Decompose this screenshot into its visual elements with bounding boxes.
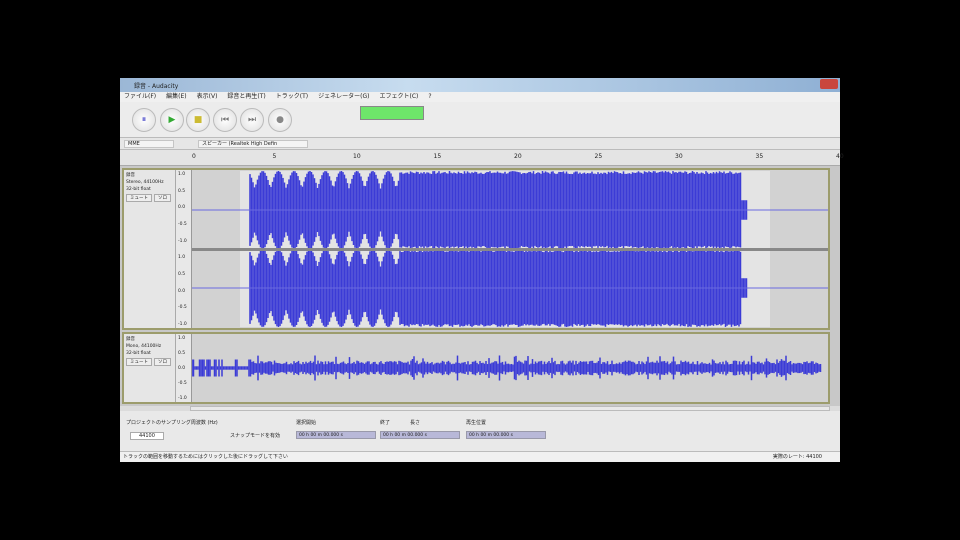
- end-radio[interactable]: 終了: [380, 419, 390, 426]
- track-stereo[interactable]: 録音 Stereo, 44100Hz 32-bit float ミュート ソロ 1…: [122, 168, 830, 330]
- track-bitdepth: 32-bit float: [126, 187, 151, 192]
- mute-button[interactable]: ミュート: [126, 194, 152, 202]
- length-radio[interactable]: 長さ: [410, 419, 420, 426]
- mute-button[interactable]: ミュート: [126, 358, 152, 366]
- scale-label: -1.0: [178, 322, 187, 327]
- waveform[interactable]: [192, 170, 828, 328]
- position-label: 再生位置: [466, 420, 487, 426]
- menu-generate[interactable]: ジェネレーター(G): [318, 92, 369, 102]
- menu-effect[interactable]: エフェクト(C): [379, 92, 418, 102]
- menu-bar: ファイル(F) 編集(E) 表示(V) 録音と再生(T) トラック(T) ジェネ…: [120, 92, 840, 102]
- selection-toolbar: プロジェクトのサンプリング周波数 (Hz) 44100 スナップモードを有効 選…: [120, 411, 840, 451]
- menu-edit[interactable]: 編集(E): [166, 92, 186, 102]
- ruler-tick: 35: [755, 153, 764, 160]
- scale-label: 0.0: [178, 288, 186, 294]
- track-bitdepth: 32-bit float: [126, 351, 151, 356]
- close-button[interactable]: [820, 79, 838, 89]
- rate-label: プロジェクトのサンプリング周波数 (Hz): [126, 420, 218, 426]
- scale-label: 0.0: [178, 205, 186, 211]
- scale-label: 1.0: [178, 255, 186, 261]
- output-device-select[interactable]: スピーカー (Realtek High Defin: [198, 140, 308, 148]
- track-control-panel: 録音 Stereo, 44100Hz 32-bit float ミュート ソロ: [124, 170, 176, 328]
- track-mono[interactable]: 録音 Mono, 44100Hz 32-bit float ミュート ソロ 1.0…: [122, 332, 830, 404]
- track-area: 録音 Stereo, 44100Hz 32-bit float ミュート ソロ 1…: [120, 166, 840, 406]
- vertical-scale: 1.0 0.5 0.0 -0.5 -1.0 1.0 0.5 0.0 -0.5 -1.0: [176, 170, 192, 328]
- scale-label: 1.0: [178, 172, 186, 177]
- track-format: Stereo, 44100Hz: [126, 180, 164, 185]
- track-name[interactable]: 録音: [126, 172, 173, 178]
- scale-label: -1.0: [178, 238, 187, 244]
- start-time[interactable]: 00 h 00 m 00.000 s: [296, 431, 376, 439]
- device-toolbar: MME スピーカー (Realtek High Defin: [120, 138, 840, 150]
- actual-rate: 実際のレート: 44100: [772, 454, 822, 460]
- solo-button[interactable]: ソロ: [154, 358, 171, 366]
- scale-label: 0.5: [178, 272, 186, 277]
- skip-start-button[interactable]: ⏮: [213, 108, 237, 132]
- menu-file[interactable]: ファイル(F): [124, 92, 156, 102]
- menu-view[interactable]: 表示(V): [197, 92, 218, 102]
- level-meter[interactable]: [360, 106, 424, 120]
- menu-transport[interactable]: 録音と再生(T): [227, 92, 265, 102]
- stop-button[interactable]: ■: [186, 108, 210, 132]
- scale-label: -1.0: [178, 396, 187, 401]
- ruler-tick: 30: [675, 153, 683, 160]
- scale-label: 0.0: [178, 366, 186, 371]
- record-button[interactable]: ●: [268, 108, 292, 132]
- host-select[interactable]: MME: [124, 140, 174, 148]
- ruler-tick: 10: [353, 153, 361, 160]
- scale-label: 0.5: [178, 351, 186, 356]
- window-title: 録音 - Audacity: [134, 83, 179, 90]
- toolbar: ⏸ ▶ ■ ⏮ ⏭ ●: [120, 102, 840, 138]
- ruler-tick: 15: [433, 153, 442, 160]
- play-button[interactable]: ▶: [160, 108, 184, 132]
- position-time[interactable]: 00 h 00 m 00.000 s: [466, 431, 546, 439]
- rate-select[interactable]: 44100: [130, 432, 164, 440]
- status-text: トラックの範囲を移動するためにはクリックした後にドラッグして下さい: [123, 454, 288, 460]
- track-control-panel: 録音 Mono, 44100Hz 32-bit float ミュート ソロ: [124, 334, 176, 402]
- title-bar: 録音 - Audacity: [120, 78, 840, 92]
- pause-button[interactable]: ⏸: [132, 108, 156, 132]
- scale-label: -0.5: [178, 222, 187, 227]
- ruler-tick: 25: [594, 153, 603, 160]
- menu-help[interactable]: ?: [428, 92, 431, 102]
- end-time[interactable]: 00 h 00 m 00.000 s: [380, 431, 460, 439]
- ruler-tick: 0: [192, 153, 196, 160]
- track-name[interactable]: 録音: [126, 336, 173, 342]
- snap-checkbox[interactable]: スナップモードを有効: [230, 432, 280, 439]
- skip-end-button[interactable]: ⏭: [240, 108, 264, 132]
- audacity-window: 録音 - Audacity ファイル(F) 編集(E) 表示(V) 録音と再生(…: [120, 78, 844, 462]
- ruler-tick: 20: [514, 153, 522, 160]
- vertical-scale: 1.0 0.5 0.0 -0.5 -1.0: [176, 334, 192, 402]
- scale-label: 1.0: [178, 336, 186, 341]
- ruler-tick: 5: [272, 153, 277, 160]
- waveform[interactable]: [192, 334, 828, 402]
- scale-label: 0.5: [178, 188, 186, 194]
- menu-tracks[interactable]: トラック(T): [276, 92, 308, 102]
- scale-label: -0.5: [178, 381, 187, 386]
- ruler-tick: 40: [836, 153, 844, 160]
- track-format: Mono, 44100Hz: [126, 344, 162, 349]
- solo-button[interactable]: ソロ: [154, 194, 171, 202]
- scale-label: -0.5: [178, 305, 187, 311]
- start-label: 選択開始: [296, 420, 317, 426]
- timeline-ruler[interactable]: 0 5 10 15 20 25 30 35 40: [120, 150, 844, 166]
- status-bar: トラックの範囲を移動するためにはクリックした後にドラッグして下さい 実際のレート…: [120, 451, 840, 462]
